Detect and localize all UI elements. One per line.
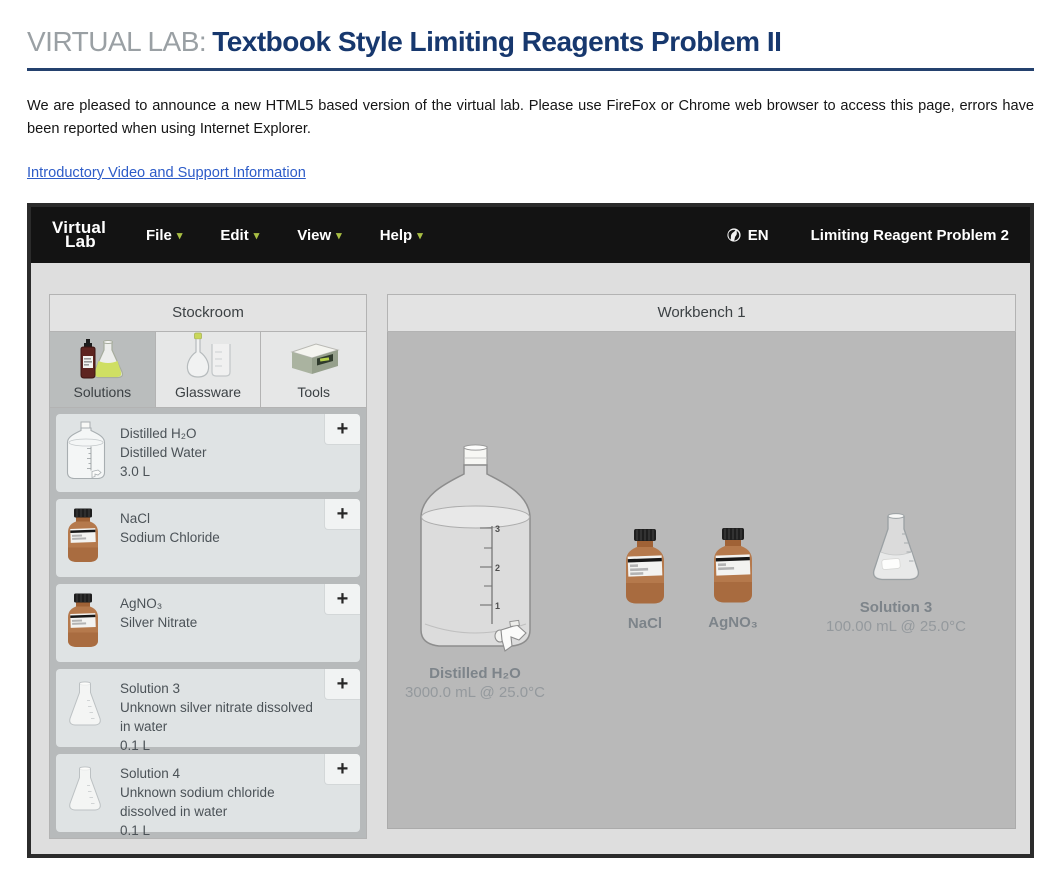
menu-edit[interactable]: Edit▾ <box>220 227 259 244</box>
stock-item-nacl[interactable]: NaCl Sodium Chloride + <box>56 499 360 577</box>
svg-text:3: 3 <box>495 524 500 534</box>
amber-bottle-graphic <box>622 528 668 606</box>
menu-view[interactable]: View▾ <box>297 227 341 244</box>
item-desc: Silver Nitrate <box>120 613 320 632</box>
page-title-prefix: VIRTUAL LAB: <box>27 26 206 57</box>
locale-label: EN <box>748 227 769 244</box>
intro-video-link[interactable]: Introductory Video and Support Informati… <box>27 165 306 181</box>
menubar-right: EN Limiting Reagent Problem 2 <box>726 227 1009 244</box>
tools-icon <box>286 334 342 382</box>
tab-label: Tools <box>297 384 330 400</box>
stock-item-agno3[interactable]: AgNO₃ Silver Nitrate + <box>56 584 360 662</box>
amber-bottle-icon <box>65 593 101 654</box>
carboy-icon <box>65 421 107 486</box>
item-name: Solution 3 <box>120 679 320 698</box>
tab-label: Solutions <box>74 384 132 400</box>
stockroom-tabs: Solutions Glassware <box>49 332 367 408</box>
workbench-bottle-nacl[interactable]: NaCl <box>613 528 677 632</box>
page-header: VIRTUAL LAB:Textbook Style Limiting Reag… <box>0 0 1061 182</box>
object-label: AgNO₃ <box>701 614 765 631</box>
amber-bottle-graphic <box>710 527 756 605</box>
menu-file[interactable]: File▾ <box>146 227 182 244</box>
logo-line2: Lab <box>52 235 106 249</box>
item-name: AgNO₃ <box>120 594 320 613</box>
tab-label: Glassware <box>175 384 241 400</box>
stockroom-header: Stockroom <box>49 294 367 332</box>
app-content: Stockroom <box>31 263 1030 854</box>
item-amount: 0.1 L <box>120 736 320 755</box>
tab-solutions[interactable]: Solutions <box>50 332 156 407</box>
item-name: Solution 4 <box>120 764 320 783</box>
item-name: NaCl <box>120 509 320 528</box>
stockroom-panel: Stockroom <box>49 294 367 839</box>
chevron-down-icon: ▾ <box>254 230 260 242</box>
svg-text:2: 2 <box>495 563 500 573</box>
workbench-carboy-distilled-water[interactable]: 3 2 1 Distilled H₂O 3000.0 mL @ 25.0°C <box>390 444 560 701</box>
add-to-workbench-button[interactable]: + <box>324 499 360 530</box>
add-to-workbench-button[interactable]: + <box>324 754 360 785</box>
page-title: VIRTUAL LAB:Textbook Style Limiting Reag… <box>27 26 1034 71</box>
object-label: NaCl <box>613 615 677 632</box>
workbench-bottle-agno3[interactable]: AgNO₃ <box>701 527 765 631</box>
workbench-flask-solution-3[interactable]: Solution 3 100.00 mL @ 25.0°C <box>811 512 981 635</box>
item-desc: Sodium Chloride <box>120 528 320 547</box>
stock-item-solution-3[interactable]: Solution 3 Unknown silver nitrate dissol… <box>56 669 360 747</box>
workbench-surface: 3 2 1 Distilled H₂O 3000.0 mL @ 25.0°C <box>387 332 1016 829</box>
chevron-down-icon: ▾ <box>417 230 423 242</box>
item-desc: Unknown sodium chloride dissolved in wat… <box>120 783 320 821</box>
language-selector[interactable]: EN <box>726 227 769 244</box>
object-label: Distilled H₂O <box>390 665 560 682</box>
object-sublabel: 100.00 mL @ 25.0°C <box>811 618 981 635</box>
svg-text:1: 1 <box>495 601 500 611</box>
flask-icon <box>65 681 105 736</box>
chevron-down-icon: ▾ <box>336 230 342 242</box>
carboy-graphic: 3 2 1 <box>413 444 538 656</box>
item-amount: 3.0 L <box>120 462 320 481</box>
object-label: Solution 3 <box>811 599 981 616</box>
menu-help[interactable]: Help▾ <box>380 227 423 244</box>
stock-item-solution-4[interactable]: Solution 4 Unknown sodium chloride disso… <box>56 754 360 832</box>
intro-text: We are pleased to announce a new HTML5 b… <box>27 95 1034 141</box>
item-amount: 0.1 L <box>120 821 320 840</box>
add-to-workbench-button[interactable]: + <box>324 584 360 615</box>
glassware-icon <box>182 334 234 382</box>
add-to-workbench-button[interactable]: + <box>324 669 360 700</box>
flask-icon <box>65 766 105 821</box>
virtual-lab-frame: Virtual Lab File▾ Edit▾ View▾ Help▾ EN L… <box>27 203 1034 858</box>
solutions-icon <box>76 334 128 382</box>
page-title-main: Textbook Style Limiting Reagents Problem… <box>212 26 781 57</box>
problem-title: Limiting Reagent Problem 2 <box>811 227 1009 244</box>
item-name: Distilled H₂O <box>120 424 320 443</box>
workbench-header: Workbench 1 <box>387 294 1016 332</box>
object-sublabel: 3000.0 mL @ 25.0°C <box>390 684 560 701</box>
erlenmeyer-flask-graphic <box>867 512 925 590</box>
tab-tools[interactable]: Tools <box>261 332 366 407</box>
item-desc: Unknown silver nitrate dissolved in wate… <box>120 698 320 736</box>
tab-glassware[interactable]: Glassware <box>156 332 262 407</box>
menu-items: File▾ Edit▾ View▾ Help▾ <box>146 227 423 244</box>
item-desc: Distilled Water <box>120 443 320 462</box>
stock-item-distilled-water[interactable]: Distilled H₂O Distilled Water 3.0 L + <box>56 414 360 492</box>
menu-bar: Virtual Lab File▾ Edit▾ View▾ Help▾ EN L… <box>31 207 1030 263</box>
add-to-workbench-button[interactable]: + <box>324 414 360 445</box>
stockroom-list: Distilled H₂O Distilled Water 3.0 L + <box>49 408 367 839</box>
amber-bottle-icon <box>65 508 101 569</box>
chevron-down-icon: ▾ <box>177 230 183 242</box>
virtual-lab-logo: Virtual Lab <box>52 221 106 249</box>
workbench-panel: Workbench 1 3 <box>387 294 1016 829</box>
globe-icon <box>726 227 742 243</box>
